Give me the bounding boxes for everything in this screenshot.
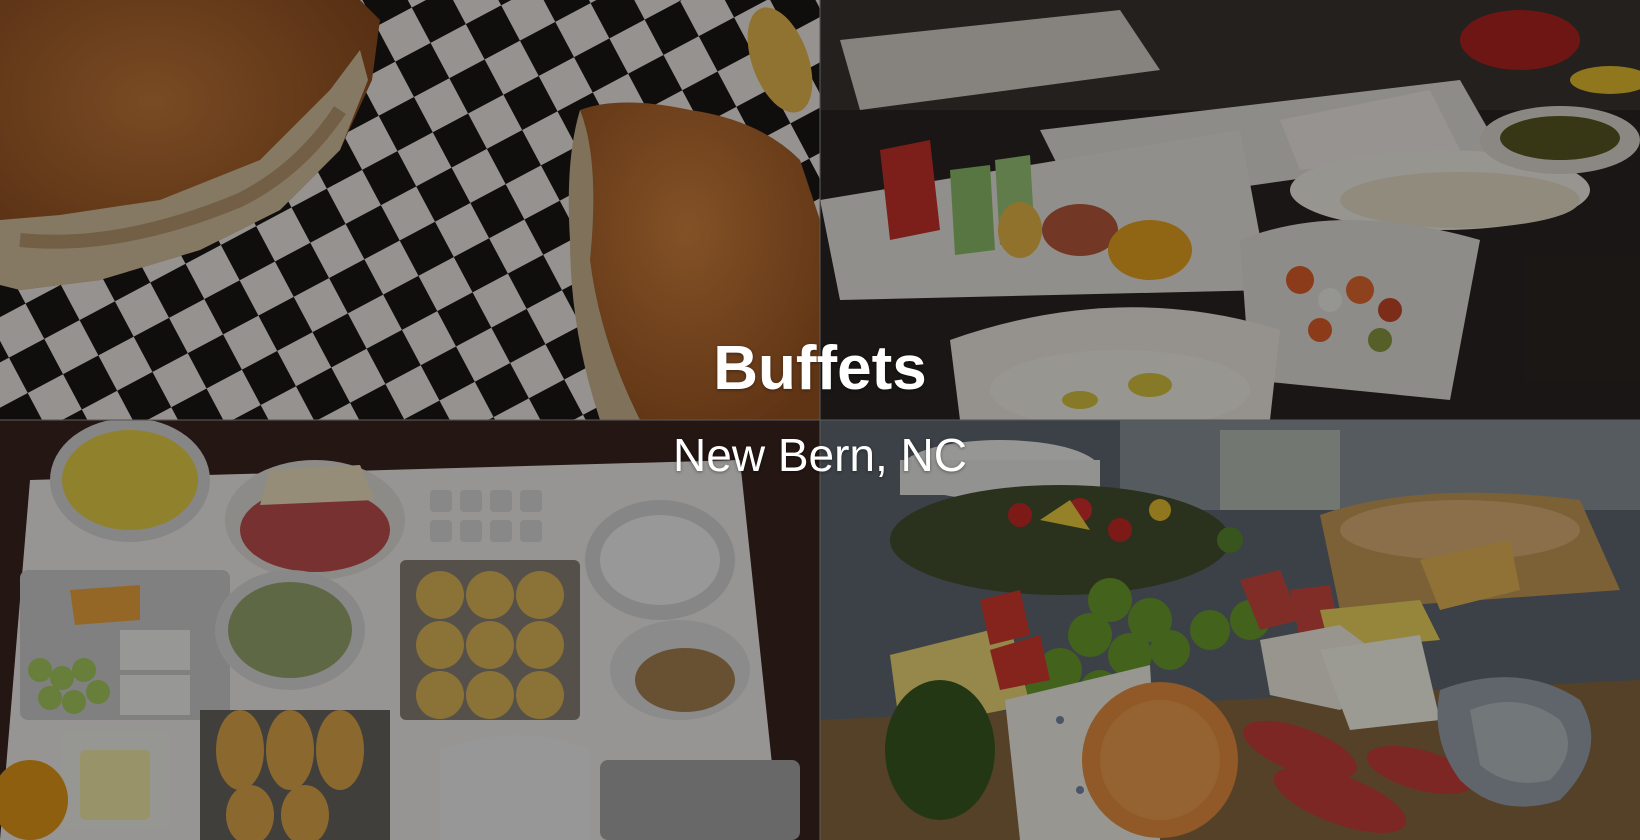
- buffets-hero: Buffets New Bern, NC: [0, 0, 1640, 840]
- photo-charcuterie-board: [820, 420, 1640, 840]
- photo-breakfast-buffet: [820, 0, 1640, 420]
- photo-sandwiches: [0, 0, 820, 420]
- photo-brunch-table: [0, 420, 820, 840]
- collage-divider-horizontal: [0, 419, 1640, 421]
